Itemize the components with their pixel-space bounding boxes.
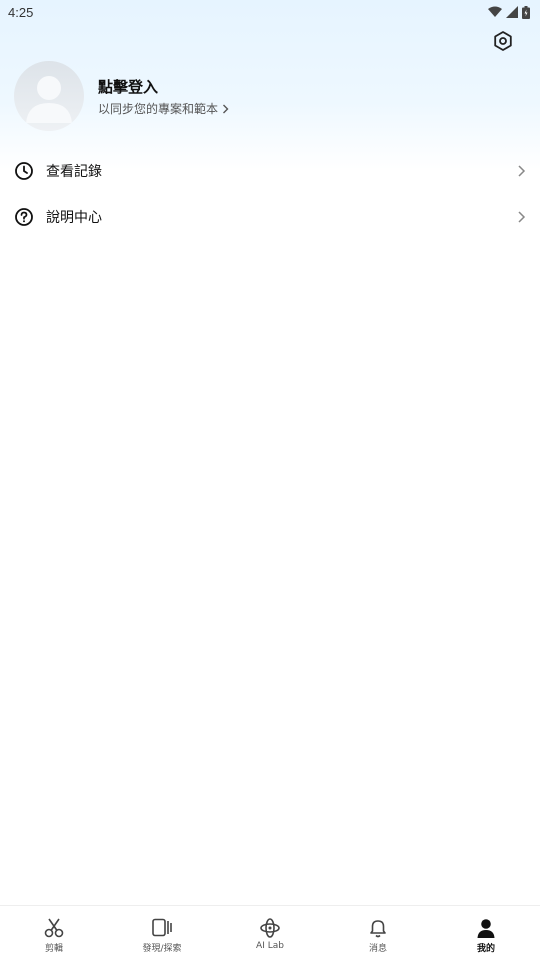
nav-tab-discover[interactable]: 發現/探索 xyxy=(108,906,216,961)
nav-label: 剪輯 xyxy=(44,944,63,954)
menu-item-help-center[interactable]: 說明中心 xyxy=(0,194,540,240)
nav-tab-edit[interactable]: 剪輯 xyxy=(0,906,108,961)
person-icon xyxy=(475,917,497,939)
chevron-right-icon xyxy=(516,164,526,178)
nav-label: AI Lab xyxy=(256,941,284,951)
settings-hexagon-icon xyxy=(494,31,512,51)
chevron-right-icon xyxy=(516,210,526,224)
nav-tab-me[interactable]: 我的 xyxy=(432,906,540,961)
avatar[interactable] xyxy=(14,61,84,131)
battery-icon xyxy=(522,5,530,19)
discover-icon xyxy=(151,917,173,939)
clock-icon xyxy=(14,161,34,181)
nav-label: 我的 xyxy=(476,944,495,954)
chevron-right-icon xyxy=(223,104,229,113)
wifi-icon xyxy=(488,6,502,17)
status-icons xyxy=(488,5,530,19)
default-avatar-icon xyxy=(26,76,72,123)
nav-tab-messages[interactable]: 消息 xyxy=(324,906,432,961)
menu-item-label: 查看記錄 xyxy=(46,164,102,180)
menu-item-label: 說明中心 xyxy=(46,210,102,226)
menu-item-history[interactable]: 查看記錄 xyxy=(0,148,540,194)
settings-button[interactable] xyxy=(490,28,516,54)
status-bar: 4:25 xyxy=(0,0,540,24)
bell-icon xyxy=(367,917,389,939)
cellular-icon xyxy=(506,6,518,18)
login-subtitle-text: 以同步您的專案和範本 xyxy=(98,102,219,116)
nav-label: 發現/探索 xyxy=(142,944,182,954)
nav-label: 消息 xyxy=(368,944,387,954)
scissors-icon xyxy=(43,917,65,939)
nav-tab-ai-lab[interactable]: AI Lab xyxy=(216,906,324,961)
status-time: 4:25 xyxy=(8,4,34,20)
ai-lab-icon xyxy=(259,917,281,939)
help-circle-icon xyxy=(14,207,34,227)
login-title[interactable]: 點擊登入 xyxy=(98,76,158,97)
login-subtitle-link[interactable]: 以同步您的專案和範本 xyxy=(98,100,229,117)
bottom-nav: 剪輯 發現/探索 AI Lab 消息 我的 xyxy=(0,905,540,961)
